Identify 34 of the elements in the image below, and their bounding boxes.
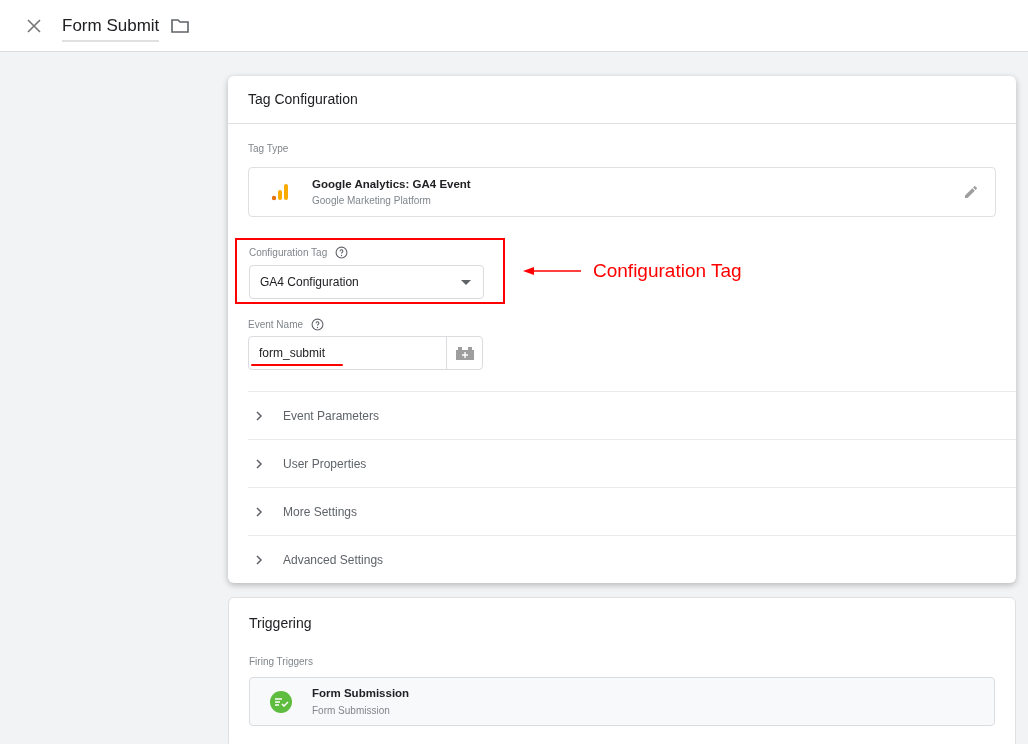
tag-type-name: Google Analytics: GA4 Event — [312, 176, 471, 192]
help-icon[interactable] — [311, 318, 325, 331]
chevron-icon — [256, 506, 263, 517]
chevron-icon — [256, 410, 263, 421]
tag-name-field[interactable]: Form Submit — [62, 12, 160, 43]
card-title: Tag Configuration — [228, 76, 1016, 124]
tag-type-vendor: Google Marketing Platform — [312, 194, 432, 209]
card-title: Triggering — [249, 614, 313, 633]
trigger-type: Form Submission — [312, 703, 391, 718]
configuration-tag-select[interactable]: GA4 Configuration — [249, 265, 484, 299]
close-icon — [27, 18, 41, 33]
arrow — [523, 266, 581, 276]
event-name-input[interactable]: form_submit — [259, 344, 326, 362]
section-row[interactable]: More Settings — [248, 487, 1016, 535]
pencil-icon[interactable] — [963, 184, 979, 200]
trigger-name: Form Submission — [312, 686, 410, 702]
folder-icon[interactable] — [171, 18, 190, 33]
chevron-icon — [256, 458, 263, 469]
annotation-label: Configuration Tag — [593, 258, 742, 283]
trigger-icon — [270, 690, 292, 713]
field-label: Event Name — [248, 318, 304, 332]
field-label: Tag Type — [248, 142, 290, 156]
field-label: Firing Triggers — [249, 655, 314, 669]
help-icon[interactable] — [335, 246, 349, 259]
dropdown-icon — [461, 279, 471, 285]
bar-chart-icon — [269, 182, 289, 202]
section-row[interactable]: Advanced Settings — [248, 535, 1016, 583]
trigger-card[interactable]: Form Submission Form Submission — [249, 677, 995, 726]
tag-type-card[interactable]: Google Analytics: GA4 Event Google Marketing Platform — [248, 167, 996, 217]
blocks-icon — [454, 346, 475, 360]
field-label: Configuration Tag — [249, 246, 328, 260]
chevron-icon — [256, 554, 263, 565]
section-row[interactable]: User Properties — [248, 439, 1016, 487]
section-row[interactable]: Event Parameters — [248, 391, 1016, 439]
